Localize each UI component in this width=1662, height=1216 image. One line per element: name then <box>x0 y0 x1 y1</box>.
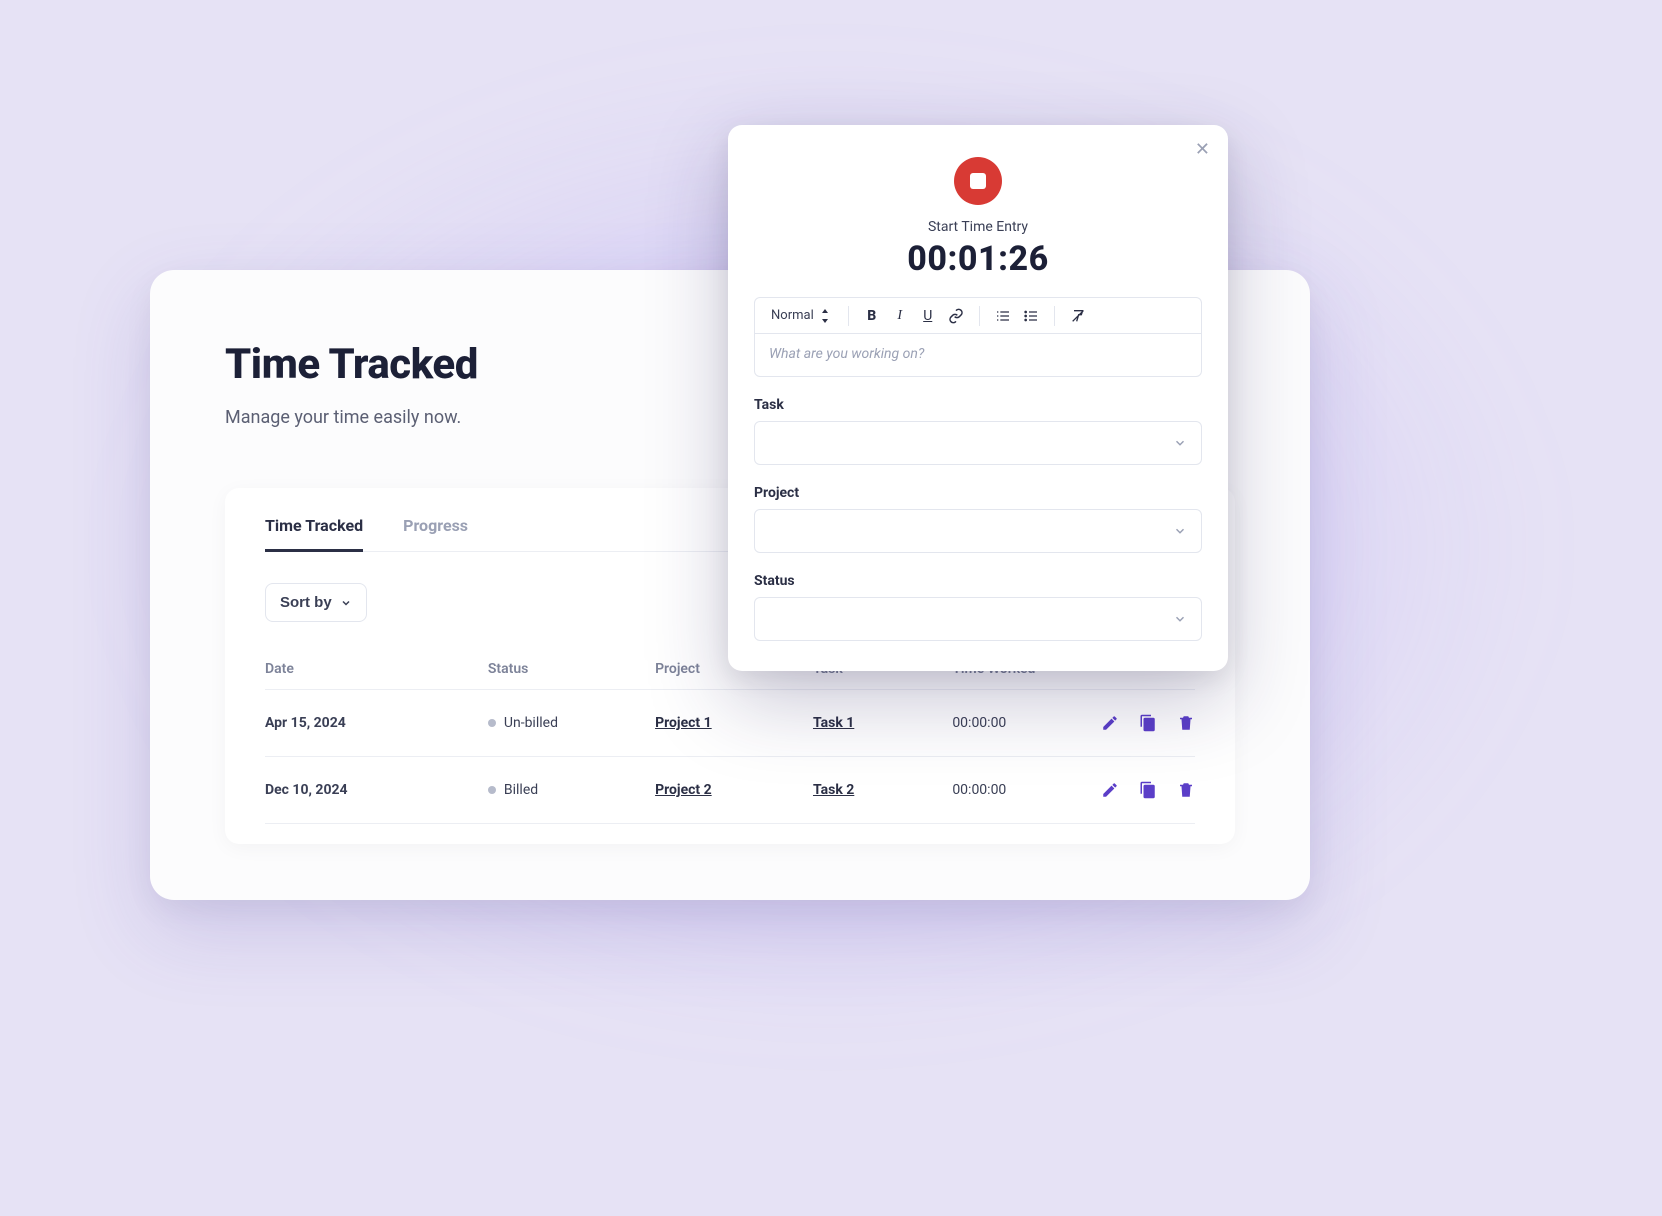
task-select[interactable] <box>754 421 1202 465</box>
chevron-down-icon <box>1173 436 1187 450</box>
project-link[interactable]: Project 2 <box>655 782 712 798</box>
th-date: Date <box>265 649 488 690</box>
underline-icon[interactable]: U <box>917 305 939 327</box>
tab-time-tracked[interactable]: Time Tracked <box>265 516 363 552</box>
project-field-label: Project <box>754 485 1202 501</box>
editor-input[interactable]: What are you working on? <box>755 334 1201 376</box>
table-row: Apr 15, 2024 Un-billed Project 1 Task 1 … <box>265 690 1195 757</box>
clear-format-icon[interactable] <box>1067 305 1089 327</box>
link-icon[interactable] <box>945 305 967 327</box>
timer-display: 00:01:26 <box>754 239 1202 279</box>
format-select[interactable]: Normal <box>765 304 836 327</box>
cell-status: Un-billed <box>488 690 655 757</box>
time-entry-modal: ✕ Start Time Entry 00:01:26 Normal B I U <box>728 125 1228 671</box>
chevron-down-icon <box>340 597 352 609</box>
cell-status: Billed <box>488 757 655 824</box>
sort-label: Sort by <box>280 594 332 611</box>
editor-toolbar: Normal B I U <box>755 298 1201 334</box>
format-label: Normal <box>771 308 814 323</box>
chevron-down-icon <box>1173 612 1187 626</box>
bold-icon[interactable]: B <box>861 305 883 327</box>
edit-icon[interactable] <box>1101 714 1119 732</box>
time-table: Date Status Project Task Time Worked Apr… <box>265 649 1195 824</box>
task-field-label: Task <box>754 397 1202 413</box>
task-link[interactable]: Task 2 <box>813 782 854 798</box>
stop-icon <box>970 173 986 189</box>
status-field-label: Status <box>754 573 1202 589</box>
copy-icon[interactable] <box>1139 781 1157 799</box>
select-arrows-icon <box>820 309 830 323</box>
task-link[interactable]: Task 1 <box>813 715 854 731</box>
tab-progress[interactable]: Progress <box>403 516 468 552</box>
th-status: Status <box>488 649 655 690</box>
cell-time-worked: 00:00:00 <box>952 690 1101 757</box>
cell-date: Apr 15, 2024 <box>265 690 488 757</box>
chevron-down-icon <box>1173 524 1187 538</box>
status-text: Un-billed <box>504 715 558 731</box>
trash-icon[interactable] <box>1177 714 1195 732</box>
status-select[interactable] <box>754 597 1202 641</box>
status-text: Billed <box>504 782 538 798</box>
status-dot-icon <box>488 786 496 794</box>
status-dot-icon <box>488 719 496 727</box>
ordered-list-icon[interactable] <box>992 305 1014 327</box>
project-select[interactable] <box>754 509 1202 553</box>
trash-icon[interactable] <box>1177 781 1195 799</box>
cell-time-worked: 00:00:00 <box>952 757 1101 824</box>
project-link[interactable]: Project 1 <box>655 715 712 731</box>
table-row: Dec 10, 2024 Billed Project 2 Task 2 00:… <box>265 757 1195 824</box>
italic-icon[interactable]: I <box>889 305 911 327</box>
copy-icon[interactable] <box>1139 714 1157 732</box>
unordered-list-icon[interactable] <box>1020 305 1042 327</box>
close-icon[interactable]: ✕ <box>1195 141 1210 159</box>
cell-date: Dec 10, 2024 <box>265 757 488 824</box>
rich-text-editor: Normal B I U What are you working on? <box>754 297 1202 377</box>
start-time-entry-label: Start Time Entry <box>754 219 1202 235</box>
stop-timer-button[interactable] <box>954 157 1002 205</box>
sort-button[interactable]: Sort by <box>265 583 367 622</box>
edit-icon[interactable] <box>1101 781 1119 799</box>
